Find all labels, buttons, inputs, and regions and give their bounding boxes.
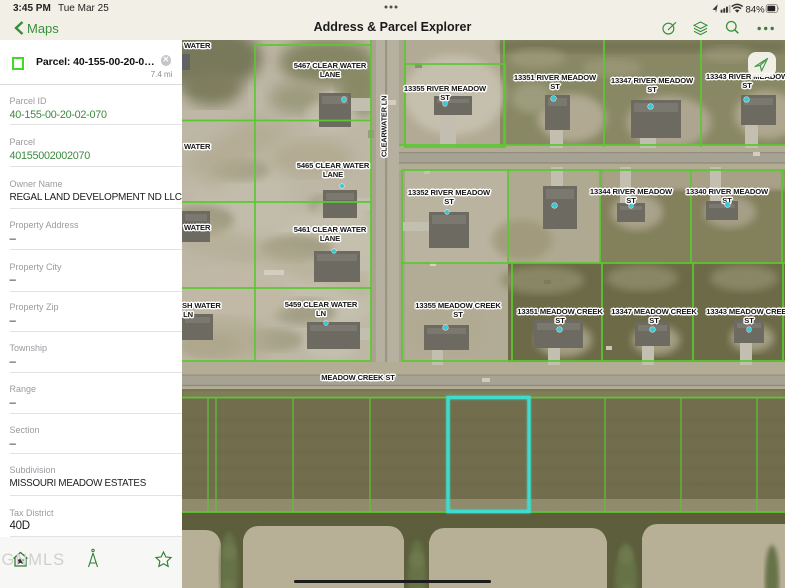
svg-text:84%: 84% (746, 4, 766, 14)
